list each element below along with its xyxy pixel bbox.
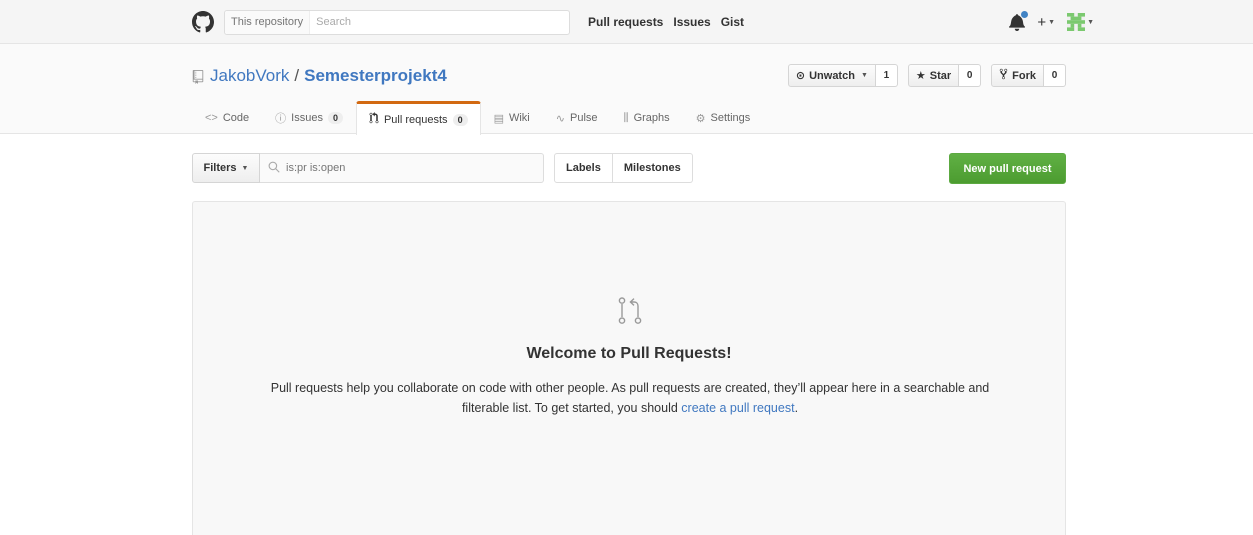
- labels-link[interactable]: Labels: [554, 153, 613, 183]
- watchers-count[interactable]: 1: [875, 64, 898, 87]
- star-icon: ★: [915, 70, 926, 82]
- description-end: .: [794, 401, 799, 415]
- create-pull-request-link[interactable]: create a pull request: [681, 401, 794, 415]
- forks-count[interactable]: 0: [1044, 64, 1066, 87]
- tab-pulse[interactable]: ∿ Pulse: [543, 101, 611, 134]
- tab-label: Settings: [710, 112, 751, 124]
- repo-name-link[interactable]: Semesterprojekt4: [304, 66, 447, 86]
- tab-label: Wiki: [508, 112, 530, 124]
- filters-group: Filters ▼ is:pr is:open: [192, 153, 544, 183]
- search-icon: [268, 161, 280, 176]
- chevron-down-icon: ▼: [241, 164, 249, 172]
- milestones-link[interactable]: Milestones: [612, 153, 693, 183]
- avatar: [1067, 13, 1086, 31]
- tab-settings[interactable]: ⚙ Settings: [683, 101, 764, 134]
- header-nav-gist[interactable]: Gist: [721, 15, 744, 29]
- tab-code[interactable]: <> Code: [192, 101, 262, 134]
- search-scope-label: This repository: [225, 10, 311, 34]
- fork-group: Fork 0: [991, 64, 1066, 87]
- fork-button[interactable]: Fork: [991, 64, 1044, 87]
- chevron-down-icon: ▼: [1048, 18, 1056, 26]
- labels-milestones-nav: Labels Milestones: [554, 153, 693, 183]
- tab-issues[interactable]: ⓘ Issues 0: [262, 101, 356, 134]
- tab-wiki[interactable]: ▤ Wiki: [481, 101, 543, 134]
- repo-title: JakobVork / Semesterprojekt4: [192, 66, 447, 86]
- path-separator: /: [294, 66, 300, 85]
- repo-tabs: <> Code ⓘ Issues 0 Pull requests 0 ▤ Wik…: [192, 101, 763, 135]
- plus-icon: +: [1037, 13, 1047, 31]
- filters-label: Filters: [203, 162, 237, 174]
- create-new-menu[interactable]: + ▼: [1037, 14, 1055, 31]
- repo-actions: ⊙ Unwatch ▼ 1 ★ Star 0 Fork 0: [787, 64, 1066, 87]
- blankslate: Welcome to Pull Requests! Pull requests …: [192, 201, 1066, 535]
- filters-dropdown-button[interactable]: Filters ▼: [192, 153, 260, 183]
- code-icon: <>: [205, 112, 218, 124]
- stargazers-count[interactable]: 0: [959, 64, 982, 87]
- filter-search-input[interactable]: is:pr is:open: [260, 153, 544, 183]
- pulse-icon: ∿: [555, 112, 565, 125]
- notifications-bell-icon[interactable]: [1009, 11, 1029, 31]
- fork-icon: [999, 68, 1008, 83]
- star-group: ★ Star 0: [907, 64, 982, 87]
- user-nav: + ▼ ▼: [1009, 11, 1094, 31]
- header-nav-issues[interactable]: Issues: [673, 15, 710, 29]
- issues-counter: 0: [327, 112, 343, 124]
- tab-label: Code: [222, 112, 250, 124]
- book-icon: ▤: [493, 112, 504, 125]
- site-search[interactable]: This repository Search: [224, 9, 570, 35]
- tab-label: Issues: [291, 112, 323, 124]
- git-pull-request-icon: [615, 294, 645, 330]
- search-input[interactable]: Search: [310, 16, 351, 28]
- repo-header: JakobVork / Semesterprojekt4 ⊙ Unwatch ▼…: [0, 44, 1253, 135]
- tab-graphs[interactable]: ⫼ Graphs: [611, 101, 683, 134]
- git-pull-request-icon: [369, 112, 379, 127]
- unwatch-button[interactable]: ⊙ Unwatch ▼: [787, 64, 876, 87]
- header-nav-pull-requests[interactable]: Pull requests: [588, 15, 663, 29]
- watch-group: ⊙ Unwatch ▼ 1: [787, 64, 898, 87]
- description-text: Pull requests help you collaborate on co…: [270, 381, 990, 415]
- repo-owner-link[interactable]: JakobVork: [210, 66, 289, 86]
- unwatch-label: Unwatch: [809, 69, 855, 82]
- tab-label: Pulse: [569, 112, 598, 124]
- star-button[interactable]: ★ Star: [907, 64, 960, 87]
- tab-label: Pull requests: [383, 113, 448, 126]
- blankslate-description: Pull requests help you collaborate on co…: [253, 378, 1007, 418]
- repo-icon: [192, 69, 204, 84]
- eye-icon: ⊙: [795, 70, 806, 82]
- chevron-down-icon: ▼: [860, 72, 868, 79]
- chevron-down-icon: ▼: [1087, 18, 1094, 26]
- new-pull-request-button[interactable]: New pull request: [949, 153, 1066, 184]
- user-menu[interactable]: ▼: [1067, 13, 1094, 31]
- filter-query: is:pr is:open: [286, 162, 346, 174]
- tab-label: Graphs: [633, 112, 670, 124]
- fork-label: Fork: [1012, 69, 1036, 82]
- github-logo-icon[interactable]: [192, 11, 214, 33]
- unread-dot: [1021, 11, 1029, 18]
- star-label: Star: [929, 69, 952, 82]
- tab-pull-requests[interactable]: Pull requests 0: [355, 101, 481, 135]
- blankslate-title: Welcome to Pull Requests!: [526, 345, 732, 362]
- header-nav: Pull requests Issues Gist: [588, 15, 744, 29]
- pull-requests-counter: 0: [452, 113, 468, 126]
- site-header: This repository Search Pull requests Iss…: [0, 0, 1253, 44]
- graph-icon: ⫼: [623, 111, 629, 124]
- issue-opened-icon: ⓘ: [275, 113, 287, 125]
- issues-subnav: Filters ▼ is:pr is:open Labels Milestone…: [192, 153, 1066, 184]
- gear-icon: ⚙: [695, 112, 706, 125]
